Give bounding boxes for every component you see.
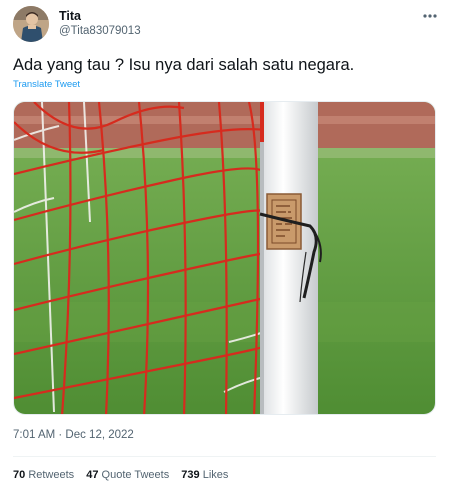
- retweets-stat[interactable]: 70 Retweets: [13, 469, 74, 481]
- tweet-text: Ada yang tau ? Isu nya dari salah satu n…: [13, 56, 355, 74]
- retweets-label: Retweets: [28, 469, 75, 481]
- tweet-photo[interactable]: [13, 101, 436, 415]
- likes-count: 739: [181, 469, 200, 481]
- quote-tweets-stat[interactable]: 47 Quote Tweets: [86, 469, 169, 481]
- author-name[interactable]: Tita: [59, 9, 81, 23]
- likes-label: Likes: [202, 469, 229, 481]
- tweet-card: Tita @Tita83079013 Ada yang tau ? Isu ny…: [0, 0, 449, 489]
- author-handle[interactable]: @Tita83079013: [59, 25, 141, 37]
- translate-tweet-link[interactable]: Translate Tweet: [13, 79, 80, 90]
- retweets-count: 70: [13, 469, 26, 481]
- avatar[interactable]: [13, 6, 49, 42]
- tweet-timestamp[interactable]: 7:01 AM · Dec 12, 2022: [13, 429, 134, 441]
- goal-net-photo: [14, 102, 435, 414]
- divider: [13, 456, 436, 457]
- likes-stat[interactable]: 739 Likes: [181, 469, 228, 481]
- quotes-label: Quote Tweets: [101, 469, 170, 481]
- more-icon[interactable]: [420, 6, 440, 26]
- quotes-count: 47: [86, 469, 99, 481]
- tweet-stats: 70 Retweets 47 Quote Tweets 739 Likes: [13, 469, 237, 481]
